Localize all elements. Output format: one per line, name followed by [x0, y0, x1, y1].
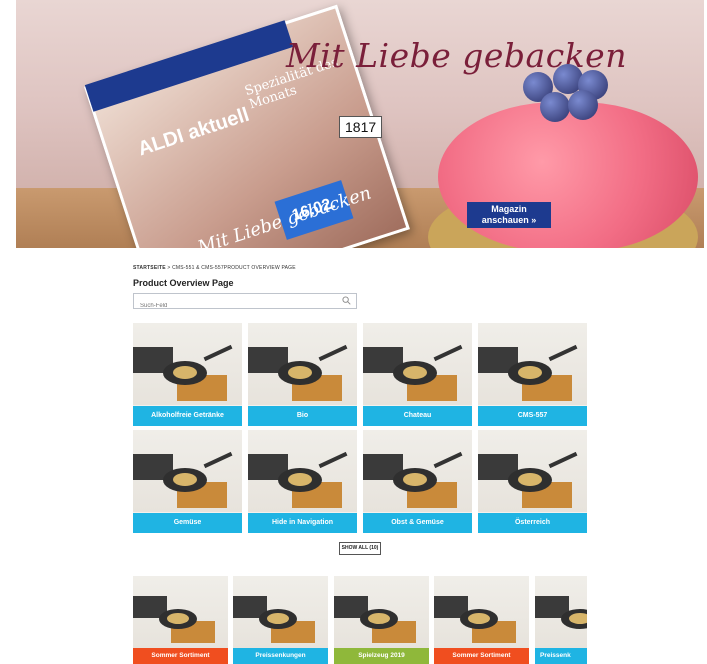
category-tile[interactable]: Obst & Gemüse — [363, 430, 472, 533]
promo-image — [233, 576, 328, 648]
breadcrumb-separator: > — [167, 265, 171, 271]
category-tile[interactable]: Bio — [248, 323, 357, 426]
category-image — [133, 430, 242, 512]
promo-label: Preissenkungen — [233, 648, 328, 664]
magazine-button-line1: Magazin — [491, 204, 527, 214]
category-tile[interactable]: Hide in Navigation — [248, 430, 357, 533]
promo-tile[interactable]: Preissenkungen — [233, 576, 328, 664]
promo-tile[interactable]: Sommer Sortiment — [434, 576, 529, 664]
category-image — [133, 323, 242, 405]
promo-label: Sommer Sortiment — [434, 648, 529, 664]
category-label: Obst & Gemüse — [363, 513, 472, 533]
breadcrumb-home[interactable]: STARTSEITE — [133, 265, 166, 271]
breadcrumb: STARTSEITE > CMS-551 & CMS-557PRODUCT OV… — [133, 265, 296, 271]
magazine-button-line2: anschauen » — [481, 215, 537, 225]
search-icon[interactable] — [342, 296, 351, 305]
promo-tile[interactable]: Preissenk — [535, 576, 587, 664]
promo-image — [133, 576, 228, 648]
category-image — [248, 323, 357, 405]
category-label: CMS-557 — [478, 406, 587, 426]
promo-image — [334, 576, 429, 648]
category-label: Gemüse — [133, 513, 242, 533]
category-tile[interactable]: Österreich — [478, 430, 587, 533]
category-label: Österreich — [478, 513, 587, 533]
category-label: Bio — [248, 406, 357, 426]
category-tile[interactable]: Chateau — [363, 323, 472, 426]
category-image — [363, 323, 472, 405]
page-title: Product Overview Page — [133, 278, 234, 288]
category-image — [478, 323, 587, 405]
category-image — [363, 430, 472, 512]
promo-label: Preissenk — [535, 648, 587, 664]
breadcrumb-current: CMS-551 & CMS-557PRODUCT OVERVIEW PAGE — [172, 265, 296, 271]
promo-tile[interactable]: Sommer Sortiment — [133, 576, 228, 664]
promo-label: Sommer Sortiment — [133, 648, 228, 664]
category-image — [248, 430, 357, 512]
promo-image — [434, 576, 529, 648]
category-tile[interactable]: Alkoholfreie Getränke — [133, 323, 242, 426]
category-tile[interactable]: CMS-557 — [478, 323, 587, 426]
category-image — [478, 430, 587, 512]
category-tile[interactable]: Gemüse — [133, 430, 242, 533]
promo-image — [535, 576, 587, 648]
category-label: Alkoholfreie Getränke — [133, 406, 242, 426]
promo-label: Spielzeug 2019 — [334, 648, 429, 664]
category-label: Hide in Navigation — [248, 513, 357, 533]
banner-counter: 1817 — [339, 116, 383, 138]
magazine-view-button[interactable]: Magazin anschauen » — [467, 202, 551, 228]
promo-tile[interactable]: Spielzeug 2019 — [334, 576, 429, 664]
search-input[interactable] — [134, 299, 330, 313]
category-label: Chateau — [363, 406, 472, 426]
search-field[interactable] — [133, 293, 357, 313]
show-all-button[interactable]: SHOW ALL (10) — [339, 542, 381, 555]
